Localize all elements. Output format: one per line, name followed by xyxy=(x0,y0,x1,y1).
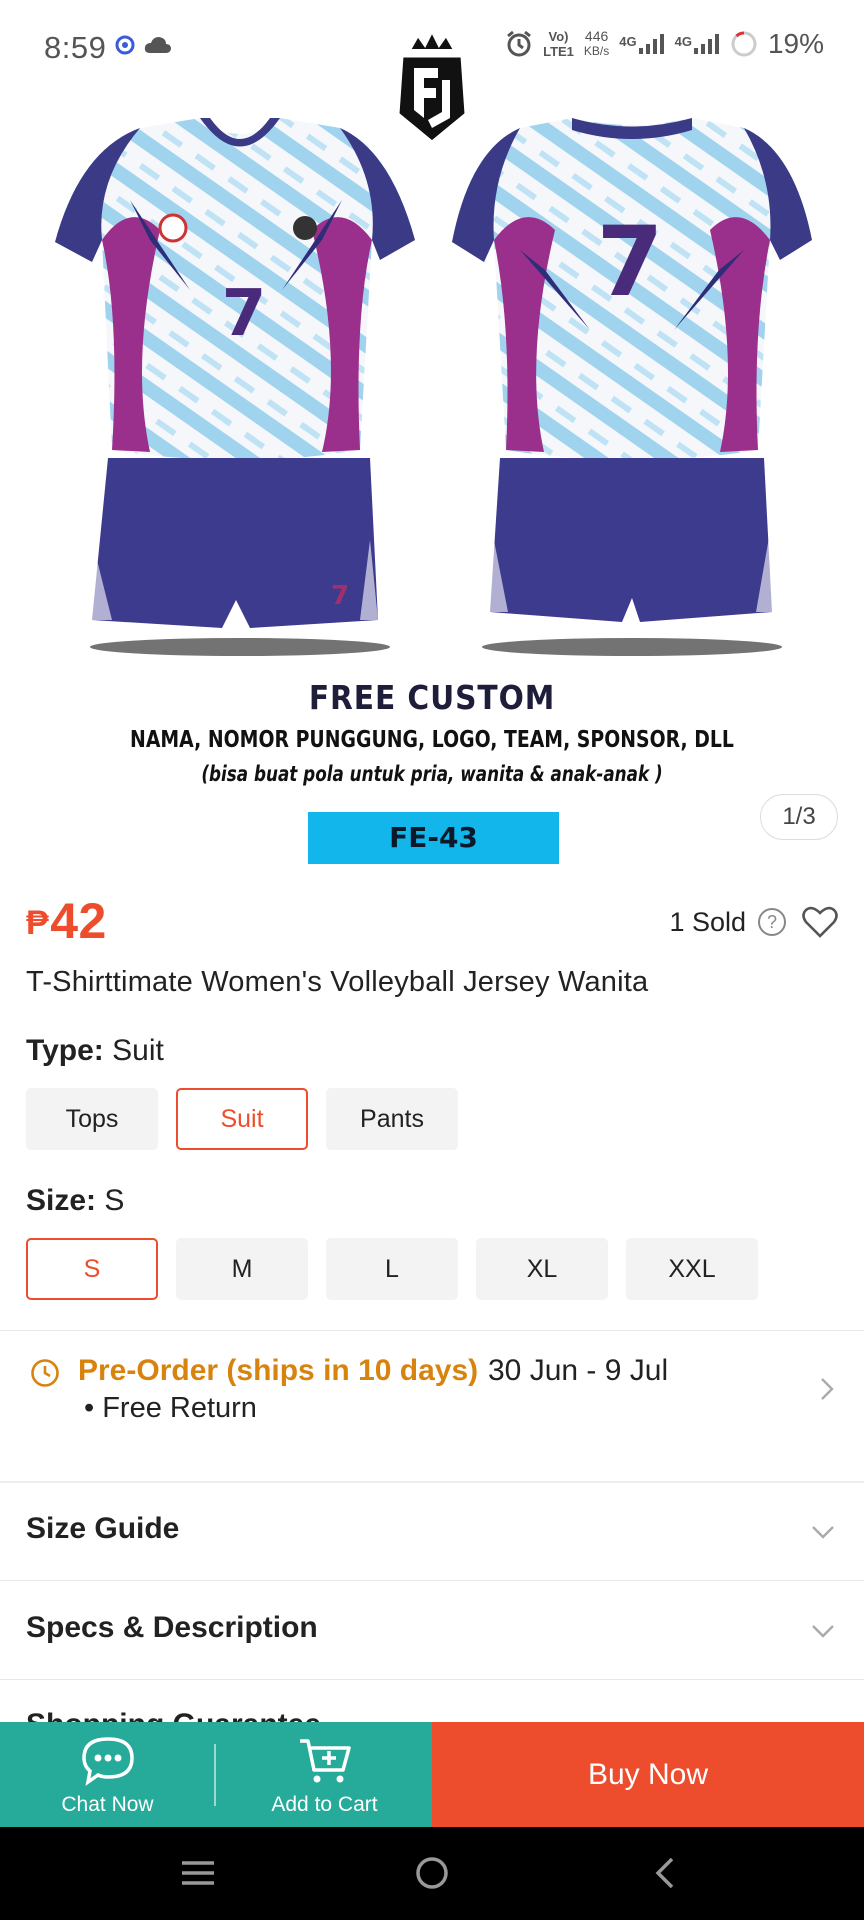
image-page-indicator: 1/3 xyxy=(760,794,838,840)
svg-text:7: 7 xyxy=(222,277,267,351)
chat-now-label: Chat Now xyxy=(61,1793,154,1816)
clock-icon xyxy=(31,1359,59,1387)
preorder-label: Pre-Order (ships in 10 days) xyxy=(78,1354,479,1387)
divider xyxy=(0,1330,864,1331)
help-icon[interactable]: ? xyxy=(758,908,786,936)
volte-label: Vo) xyxy=(548,29,569,44)
cloud-icon xyxy=(144,37,171,53)
bottom-action-bar: Chat Now Add to Cart Buy Now xyxy=(0,1722,864,1827)
product-price: ₱42 xyxy=(26,892,107,950)
network-speed: 446 xyxy=(584,28,609,44)
chevron-down-icon xyxy=(812,1526,834,1539)
size-option-m[interactable]: M xyxy=(176,1238,308,1300)
signal-icon xyxy=(638,34,664,54)
sold-count: 1 Sold xyxy=(669,906,746,937)
type-option-suit[interactable]: Suit xyxy=(176,1088,308,1150)
add-to-cart-button[interactable]: Add to Cart xyxy=(217,1722,432,1827)
signal-icon-2 xyxy=(693,34,719,54)
type-option-pants[interactable]: Pants xyxy=(326,1088,458,1150)
specs-label: Specs & Description xyxy=(26,1611,318,1644)
svg-text:7: 7 xyxy=(331,581,349,611)
network-type-2: 4G xyxy=(674,34,692,49)
battery-percent: 19% xyxy=(767,28,824,59)
chat-icon xyxy=(81,1737,134,1786)
free-return: • Free Return xyxy=(84,1392,257,1424)
battery-icon xyxy=(731,31,757,57)
promo-subtitle: NAMA, NOMOR PUNGGUNG, LOGO, TEAM, SPONSO… xyxy=(130,727,734,753)
add-to-cart-label: Add to Cart xyxy=(271,1793,378,1816)
size-label: Size: S xyxy=(26,1184,125,1217)
action-separator xyxy=(214,1744,216,1806)
alarm-icon xyxy=(507,30,532,57)
price-value: 42 xyxy=(50,893,107,949)
cart-icon xyxy=(299,1739,351,1783)
status-bar: 8:59 Vo) LTE1 446 KB/s 4G 4G 19% xyxy=(0,0,864,100)
promo-title: FREE CUSTOM xyxy=(308,678,556,717)
size-guide-section[interactable]: Size Guide xyxy=(0,1482,864,1580)
system-navigation-bar xyxy=(0,1827,864,1920)
chevron-right-icon xyxy=(821,1378,834,1400)
network-unit: KB/s xyxy=(583,44,610,58)
specs-section[interactable]: Specs & Description xyxy=(0,1581,864,1679)
currency-symbol: ₱ xyxy=(26,904,50,942)
size-value: S xyxy=(104,1184,125,1217)
promo-note: (bisa buat pola untuk pria, wanita & ana… xyxy=(201,762,663,786)
home-icon[interactable] xyxy=(412,1853,452,1893)
network-type-1: 4G xyxy=(619,34,637,49)
size-guide-label: Size Guide xyxy=(26,1512,180,1545)
size-option-s[interactable]: S xyxy=(26,1238,158,1300)
type-label: Type: Suit xyxy=(26,1034,164,1067)
status-time: 8:59 xyxy=(44,30,107,65)
product-title: T-Shirttimate Women's Volleyball Jersey … xyxy=(26,966,649,998)
size-option-l[interactable]: L xyxy=(326,1238,458,1300)
buy-now-button[interactable]: Buy Now xyxy=(432,1722,864,1827)
heart-icon[interactable] xyxy=(802,905,838,939)
chevron-down-icon xyxy=(812,1625,834,1638)
product-code-tag: FE-43 xyxy=(308,812,559,864)
delivery-dates: 30 Jun - 9 Jul xyxy=(488,1354,669,1387)
notification-icon xyxy=(115,35,135,55)
type-option-tops[interactable]: Tops xyxy=(26,1088,158,1150)
shipping-row[interactable]: Pre-Order (ships in 10 days) 30 Jun - 9 … xyxy=(26,1352,838,1432)
back-icon[interactable] xyxy=(646,1853,686,1893)
type-value: Suit xyxy=(112,1034,164,1067)
lte-label: LTE1 xyxy=(543,44,574,59)
divider xyxy=(0,1679,864,1680)
chat-now-button[interactable]: Chat Now xyxy=(0,1722,215,1827)
menu-icon[interactable] xyxy=(178,1853,218,1893)
size-option-xxl[interactable]: XXL xyxy=(626,1238,758,1300)
svg-text:7: 7 xyxy=(597,206,664,318)
size-option-xl[interactable]: XL xyxy=(476,1238,608,1300)
sold-row: 1 Sold ? xyxy=(669,905,838,939)
